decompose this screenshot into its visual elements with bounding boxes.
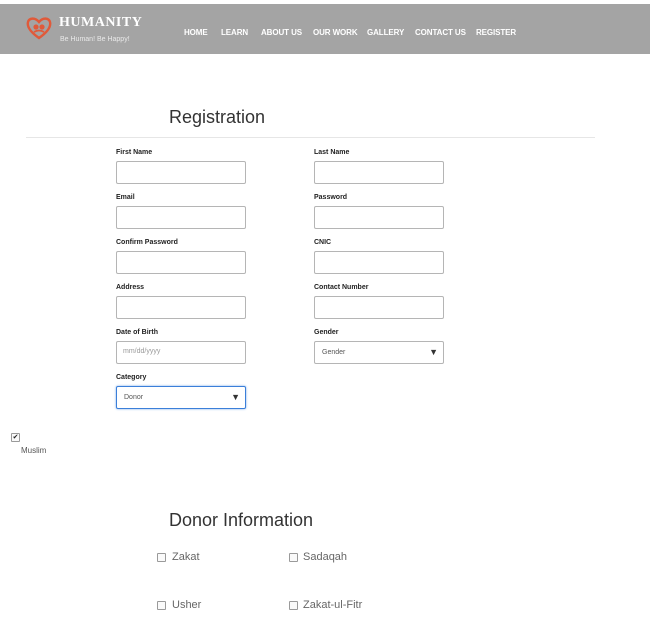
- brand-tagline: Be Human! Be Happy!: [60, 36, 130, 43]
- usher-checkbox[interactable]: [157, 601, 166, 610]
- address-label: Address: [116, 284, 145, 291]
- category-select[interactable]: Donor ▼: [116, 386, 246, 409]
- sadaqah-checkbox[interactable]: [289, 553, 298, 562]
- password-input[interactable]: [314, 206, 444, 229]
- email-label: Email: [116, 194, 135, 201]
- first-name-label: First Name: [116, 149, 153, 156]
- caret-down-icon: ▼: [429, 347, 438, 357]
- address-input[interactable]: [116, 296, 246, 319]
- sadaqah-label: Sadaqah: [303, 551, 348, 563]
- email-input[interactable]: [116, 206, 246, 229]
- dob-label: Date of Birth: [116, 329, 158, 336]
- brand-name: HUMANITY: [59, 15, 143, 30]
- muslim-checkbox[interactable]: ✔: [11, 433, 20, 442]
- nav-register[interactable]: REGISTER: [476, 28, 516, 37]
- heart-logo-icon: [26, 17, 52, 40]
- zakat-ul-fitr-label: Zakat-ul-Fitr: [303, 599, 363, 611]
- category-label: Category: [116, 374, 147, 381]
- zakat-checkbox[interactable]: [157, 553, 166, 562]
- contact-number-input[interactable]: [314, 296, 444, 319]
- checkmark-icon: ✔: [12, 434, 19, 441]
- last-name-input[interactable]: [314, 161, 444, 184]
- title-divider: [26, 137, 595, 138]
- caret-down-icon: ▼: [231, 392, 240, 402]
- zakat-label: Zakat: [172, 551, 200, 563]
- confirm-password-label: Confirm Password: [116, 239, 178, 246]
- donor-information-title: Donor Information: [169, 510, 314, 530]
- last-name-label: Last Name: [314, 149, 350, 156]
- password-label: Password: [314, 194, 348, 201]
- muslim-label: Muslim: [21, 446, 47, 455]
- nav-contact-us[interactable]: CONTACT US: [415, 28, 466, 37]
- confirm-password-input[interactable]: [116, 251, 246, 274]
- category-selected-value: Donor: [124, 394, 144, 401]
- nav-gallery[interactable]: GALLERY: [367, 28, 404, 37]
- zakat-ul-fitr-checkbox[interactable]: [289, 601, 298, 610]
- gender-label: Gender: [314, 329, 339, 336]
- nav-learn[interactable]: LEARN: [221, 28, 248, 37]
- cnic-input[interactable]: [314, 251, 444, 274]
- gender-select[interactable]: Gender ▼: [314, 341, 444, 364]
- cnic-label: CNIC: [314, 239, 332, 246]
- gender-selected-value: Gender: [322, 349, 346, 356]
- nav-home[interactable]: HOME: [184, 28, 208, 37]
- dob-placeholder: mm/dd/yyyy: [123, 348, 161, 355]
- usher-label: Usher: [172, 599, 202, 611]
- dob-input[interactable]: mm/dd/yyyy: [116, 341, 246, 364]
- nav-about-us[interactable]: ABOUT US: [261, 28, 302, 37]
- first-name-input[interactable]: [116, 161, 246, 184]
- registration-title: Registration: [169, 107, 266, 127]
- top-navbar: HUMANITY Be Human! Be Happy! HOME LEARN …: [0, 4, 650, 54]
- contact-number-label: Contact Number: [314, 284, 369, 291]
- nav-our-work[interactable]: OUR WORK: [313, 28, 358, 37]
